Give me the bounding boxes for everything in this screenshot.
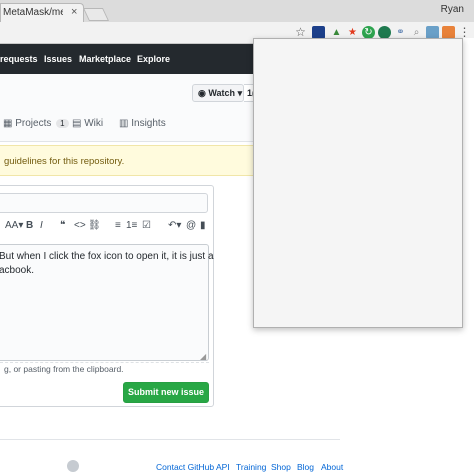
- github-logo-icon[interactable]: [67, 460, 79, 472]
- body-line-1: But when I click the fox icon to open it…: [0, 251, 214, 262]
- new-tab-button[interactable]: [82, 8, 110, 21]
- footer-divider: [0, 439, 340, 440]
- footer-link-api[interactable]: API: [216, 462, 230, 472]
- task-list-icon[interactable]: ☑: [142, 220, 151, 231]
- nav-marketplace[interactable]: Marketplace: [79, 54, 131, 64]
- link-icon[interactable]: ⛓: [88, 220, 101, 231]
- body-line-2: acbook.: [0, 265, 35, 276]
- tab-insights-label: Insights: [131, 118, 166, 129]
- code-icon[interactable]: <>: [74, 220, 86, 231]
- footer-link-blog[interactable]: Blog: [297, 462, 314, 472]
- book-icon: ▤: [72, 118, 82, 129]
- resize-handle-icon[interactable]: ◢: [200, 352, 206, 361]
- projects-icon: ▦: [3, 118, 13, 129]
- close-tab-icon[interactable]: ×: [71, 6, 77, 18]
- numbered-list-icon[interactable]: 1≡: [126, 220, 137, 231]
- italic-icon[interactable]: I: [40, 220, 43, 231]
- bullet-list-icon[interactable]: ≡: [115, 220, 121, 231]
- paste-hint: g, or pasting from the clipboard.: [4, 364, 124, 374]
- tab-projects[interactable]: ▦ Projects 1: [3, 118, 69, 129]
- footer-link-shop[interactable]: Shop: [271, 462, 291, 472]
- mention-icon[interactable]: @: [186, 220, 196, 231]
- nav-issues[interactable]: Issues: [44, 54, 72, 64]
- tab-wiki-label: Wiki: [84, 118, 104, 129]
- tab-wiki[interactable]: ▤ Wiki: [72, 118, 103, 129]
- browser-window: MetaMask/metam × Ryan ☆ ▲ ★ ↻ ⚭ ⌕ ⋮ requ…: [0, 0, 474, 475]
- projects-counter: 1: [56, 119, 69, 128]
- footer-link-about[interactable]: About: [321, 462, 343, 472]
- watch-button[interactable]: ◉ Watch ▾: [192, 84, 244, 102]
- tab-title: MetaMask/metam: [3, 7, 63, 18]
- browser-tab[interactable]: MetaMask/metam ×: [0, 3, 84, 22]
- chevron-down-icon: ▾: [237, 88, 243, 98]
- tab-insights[interactable]: ▥ Insights: [119, 118, 166, 129]
- nav-pull-requests[interactable]: requests: [0, 54, 38, 64]
- issue-title-input[interactable]: [0, 193, 208, 213]
- bookmark-icon[interactable]: ▮: [200, 220, 206, 231]
- submit-issue-button[interactable]: Submit new issue: [123, 382, 209, 403]
- tab-projects-label: Projects: [15, 118, 52, 129]
- quote-icon[interactable]: ❝: [60, 220, 65, 231]
- watch-label: Watch: [208, 88, 236, 98]
- profile-name[interactable]: Ryan: [441, 4, 464, 15]
- issue-body-textarea[interactable]: But when I click the fox icon to open it…: [0, 244, 214, 361]
- bold-icon[interactable]: B: [26, 220, 33, 231]
- extension-popup[interactable]: [253, 38, 463, 328]
- footer-link-contact[interactable]: Contact GitHub: [156, 462, 214, 472]
- graph-icon: ▥: [119, 118, 129, 129]
- flash-text[interactable]: guidelines for this repository.: [4, 156, 124, 167]
- header-text-icon[interactable]: AA▾: [5, 220, 23, 231]
- page-edge: [463, 38, 474, 328]
- footer-link-training[interactable]: Training: [236, 462, 266, 472]
- tab-strip: MetaMask/metam × Ryan: [0, 0, 474, 22]
- reply-icon[interactable]: ↶▾: [168, 220, 181, 231]
- nav-explore[interactable]: Explore: [137, 54, 170, 64]
- eye-icon: ◉: [198, 88, 206, 98]
